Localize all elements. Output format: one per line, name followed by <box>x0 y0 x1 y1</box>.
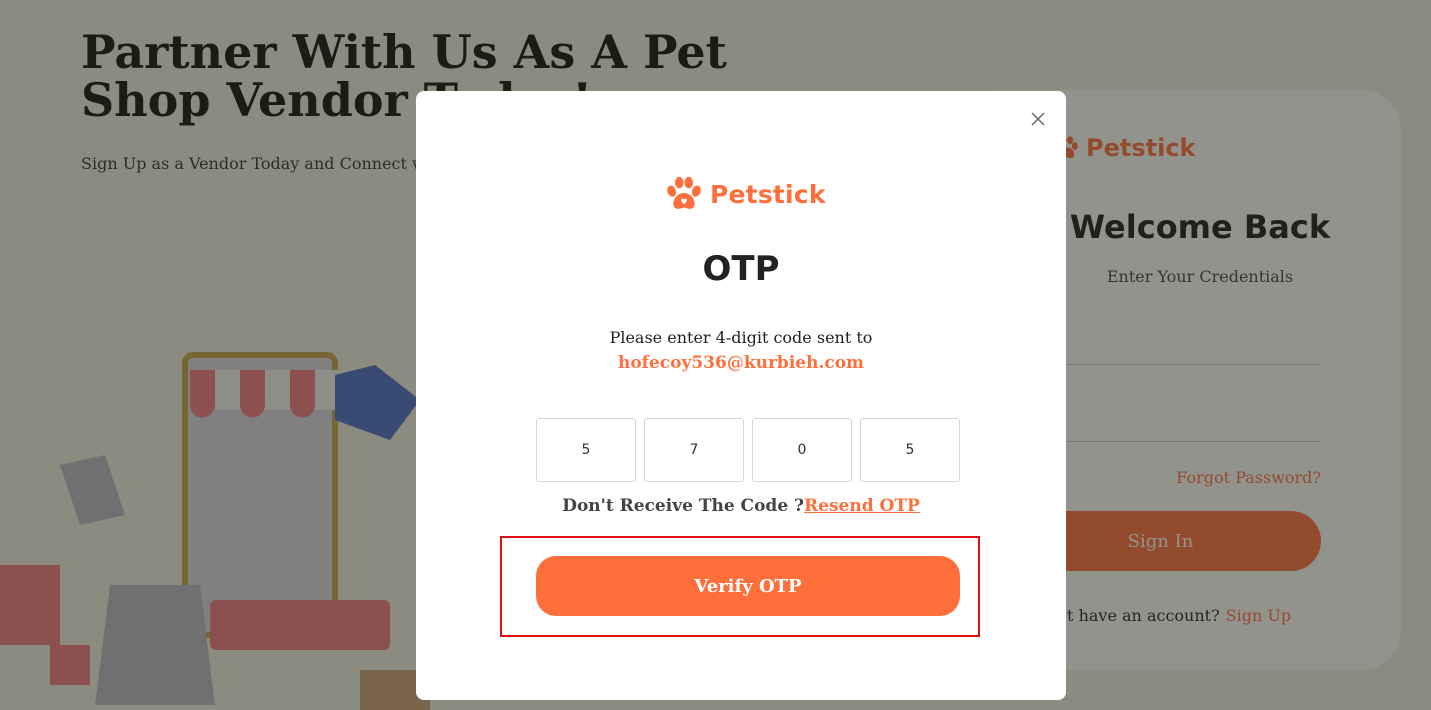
otp-input-group <box>536 418 960 482</box>
close-icon[interactable] <box>1031 112 1045 126</box>
modal-logo: Petstick <box>664 175 826 213</box>
otp-digit-3[interactable] <box>752 418 852 482</box>
otp-instruction: Please enter 4-digit code sent to <box>609 328 873 347</box>
otp-digit-4[interactable] <box>860 418 960 482</box>
modal-title: OTP <box>702 249 780 289</box>
resend-prompt: Don't Receive The Code ? <box>562 496 805 516</box>
close-button[interactable] <box>1028 109 1048 129</box>
resend-otp-link[interactable]: Resend OTP <box>804 496 920 516</box>
paw-icon <box>667 176 701 209</box>
otp-email: hofecoy536@kurbieh.com <box>617 353 865 373</box>
otp-digit-1[interactable] <box>536 418 636 482</box>
verify-otp-button[interactable]: Verify OTP <box>536 556 960 616</box>
resend-line: Don't Receive The Code ?Resend OTP <box>416 496 1066 516</box>
modal-brand: Petstick <box>710 179 826 209</box>
otp-digit-2[interactable] <box>644 418 744 482</box>
otp-modal: Petstick OTP Please enter 4-digit code s… <box>416 91 1066 700</box>
